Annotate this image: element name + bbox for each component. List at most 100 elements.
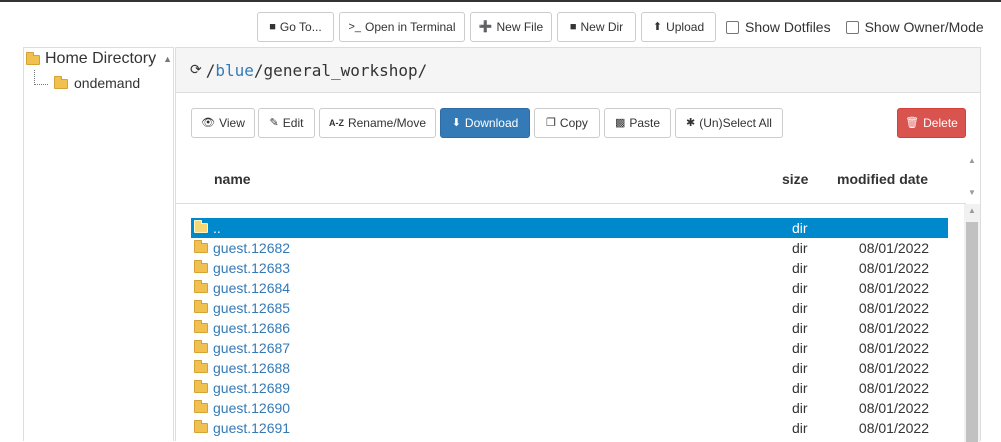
show-dotfiles-label: Show Dotfiles [745,19,831,35]
folder-icon [194,340,208,353]
open-terminal-label: Open in Terminal [365,20,456,34]
tree-node-ondemand-label: ondemand [74,75,141,91]
file-size: dir [792,340,808,356]
folder-open-icon: ■ [269,20,276,33]
download-button[interactable]: ⬇ Download [440,108,530,138]
view-label: View [219,116,245,130]
folder-icon [194,240,208,253]
breadcrumb-segment[interactable]: blue [215,61,254,80]
window-top-border [0,0,1001,2]
header-scrollbar[interactable]: ▲ ▼ [964,152,980,204]
select-all-button[interactable]: ✱ (Un)Select All [675,108,783,138]
show-dotfiles-toggle[interactable]: Show Dotfiles [726,19,831,35]
scrollbar-thumb[interactable] [966,222,978,442]
file-size: dir [792,240,808,256]
file-name[interactable]: guest.12688 [213,360,290,376]
column-header-name[interactable]: name [214,171,251,187]
file-name[interactable]: guest.12682 [213,240,290,256]
file-name[interactable]: guest.12687 [213,340,290,356]
file-name[interactable]: guest.12690 [213,400,290,416]
delete-label: Delete [923,116,958,130]
folder-icon: ■ [569,20,577,33]
file-list: .. dir guest.12682 dir 08/01/2022 guest.12683… [191,218,948,438]
file-name[interactable]: guest.12685 [213,300,290,316]
tree-connector [34,70,48,85]
table-row[interactable]: guest.12689 dir 08/01/2022 [191,378,948,398]
table-row[interactable]: guest.12691 dir 08/01/2022 [191,418,948,438]
file-size: dir [792,380,808,396]
edit-label: Edit [282,116,304,130]
file-modified-date: 08/01/2022 [858,340,929,356]
file-list-scrollbar[interactable]: ▲ [964,204,980,442]
folder-icon [194,320,208,333]
download-icon: ⬇ [451,116,461,129]
edit-button[interactable]: ✎ Edit [258,108,315,138]
upload-label: Upload [666,20,705,34]
table-row[interactable]: guest.12687 dir 08/01/2022 [191,338,948,358]
table-row[interactable]: .. dir [191,218,948,238]
path-separator: / [417,60,428,80]
scroll-up-icon[interactable]: ▲ [968,206,976,215]
paste-label: Paste [629,116,661,130]
view-button[interactable]: 👁 View [191,108,255,138]
file-size: dir [792,360,808,376]
delete-button[interactable]: 🗑 Delete [897,108,966,138]
rename-move-button[interactable]: A-Z Rename/Move [319,108,436,138]
goto-label: Go To... [279,20,322,34]
goto-button[interactable]: ■ Go To... [257,12,334,42]
file-modified-date: 08/01/2022 [858,300,929,316]
rename-move-label: Rename/Move [347,116,427,130]
column-header-modified[interactable]: modified date [837,171,928,187]
open-terminal-button[interactable]: >_ Open in Terminal [339,12,465,42]
file-size: dir [792,280,808,296]
file-browser-panel: ⟳ / blue / general_workshop / 👁 View ✎ E… [175,47,981,442]
top-toolbar: ■ Go To... >_ Open in Terminal ➕ New Fil… [257,12,984,42]
tree-node-home[interactable]: Home Directory ▲ [26,50,172,68]
show-dotfiles-checkbox[interactable] [726,20,739,34]
upload-button[interactable]: ⬆ Upload [641,12,716,42]
show-owner-mode-checkbox[interactable] [845,20,859,34]
file-name[interactable]: guest.12689 [213,380,290,396]
table-row[interactable]: guest.12685 dir 08/01/2022 [191,298,948,318]
sort-alpha-icon: A-Z [328,117,344,128]
asterisk-icon: ✱ [686,116,696,129]
select-all-label: (Un)Select All [699,116,772,130]
file-size: dir [792,420,808,436]
file-size: dir [792,260,808,276]
file-modified-date: 08/01/2022 [858,320,929,336]
table-row[interactable]: guest.12690 dir 08/01/2022 [191,398,948,418]
folder-icon [194,380,208,393]
table-row[interactable]: guest.12682 dir 08/01/2022 [191,238,948,258]
breadcrumb-current: general_workshop [263,60,418,80]
new-file-label: New File [496,20,544,34]
file-name[interactable]: .. [213,220,221,236]
refresh-icon[interactable]: ⟳ [190,62,202,78]
table-row[interactable]: guest.12684 dir 08/01/2022 [191,278,948,298]
download-label: Download [464,116,519,130]
file-actions-bar: 👁 View ✎ Edit A-Z Rename/Move ⬇ Download… [191,108,966,138]
file-modified-date: 08/01/2022 [858,260,929,276]
scroll-up-icon[interactable]: ▲ [968,156,976,165]
file-name[interactable]: guest.12686 [213,320,290,336]
folder-icon [194,260,208,273]
file-size: dir [792,400,808,416]
file-name[interactable]: guest.12683 [213,260,290,276]
new-dir-button[interactable]: ■ New Dir [557,12,636,42]
column-header-size[interactable]: size [782,171,808,187]
file-name[interactable]: guest.12691 [213,420,290,436]
show-owner-mode-label: Show Owner/Mode [864,19,984,35]
new-file-button[interactable]: ➕ New File [470,12,552,42]
scroll-down-icon[interactable]: ▼ [968,188,976,197]
file-name[interactable]: guest.12684 [213,280,290,296]
tree-node-ondemand[interactable]: ondemand [54,75,140,91]
paste-button[interactable]: ▩ Paste [604,108,671,138]
copy-button[interactable]: ❐ Copy [534,108,600,138]
table-row[interactable]: guest.12686 dir 08/01/2022 [191,318,948,338]
table-row[interactable]: guest.12688 dir 08/01/2022 [191,358,948,378]
show-owner-mode-toggle[interactable]: Show Owner/Mode [845,19,984,35]
file-modified-date: 08/01/2022 [858,400,929,416]
table-row[interactable]: guest.12683 dir 08/01/2022 [191,258,948,278]
caret-up-icon[interactable]: ▲ [163,54,172,64]
path-separator: / [205,60,216,80]
folder-icon [194,220,208,233]
